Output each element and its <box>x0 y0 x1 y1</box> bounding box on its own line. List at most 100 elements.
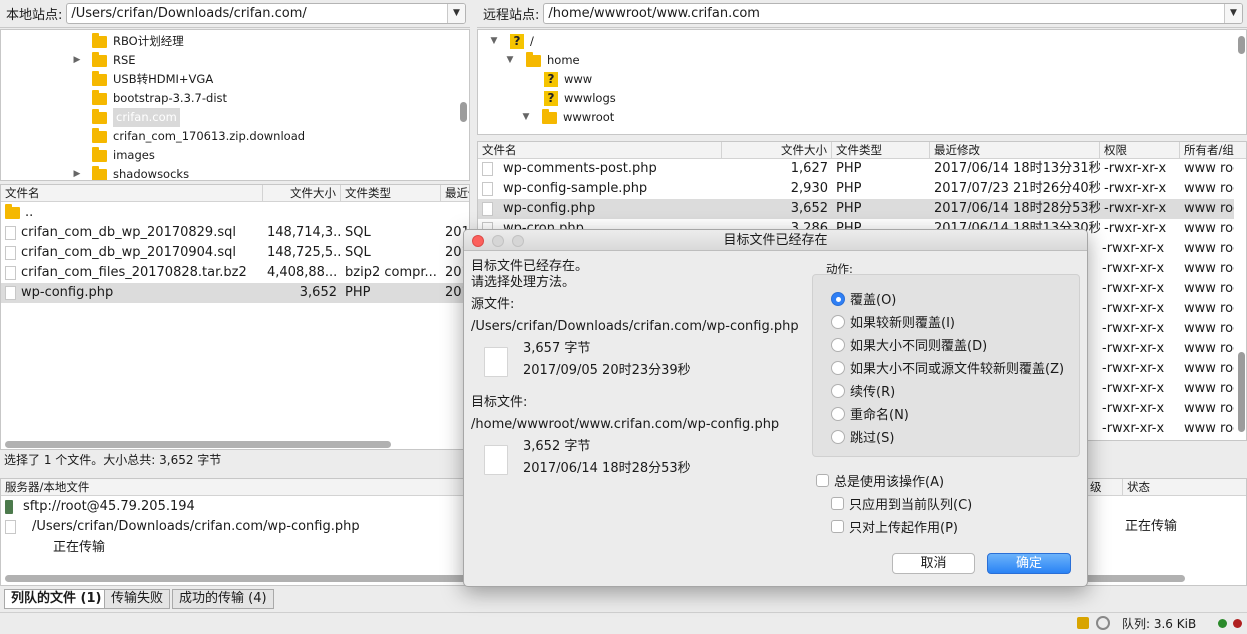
tab-queued-files[interactable]: 列队的文件 (1) <box>4 589 109 609</box>
radio-button[interactable] <box>831 291 845 306</box>
tab-successful-transfers[interactable]: 成功的传输 (4) <box>172 589 274 609</box>
table-row[interactable]: -rwxr-xr-x www roo <box>1098 359 1234 379</box>
table-row[interactable]: crifan_com_files_20170828.tar.bz2 4,408,8… <box>1 263 469 283</box>
chevron-right-icon[interactable]: ▶ <box>71 165 83 180</box>
local-tree-scrollbar[interactable] <box>460 102 467 122</box>
speed-limit-icon[interactable] <box>1096 616 1110 630</box>
always-use-action[interactable]: 总是使用该操作(A) <box>816 471 944 490</box>
table-row[interactable]: wp-comments-post.php 1,627 PHP 2017/06/14 1… <box>478 159 1234 179</box>
remote-tree-item[interactable]: ▼ wwwroot <box>520 108 614 127</box>
cancel-button[interactable]: 取消 <box>892 553 975 574</box>
remote-tree-item[interactable]: ? www <box>522 70 592 89</box>
table-row[interactable]: crifan_com_db_wp_20170829.sql 148,714,3..… <box>1 223 469 243</box>
file-owner: www roo <box>1184 361 1234 376</box>
col-filetype[interactable]: 文件类型 <box>832 142 930 158</box>
file-owner: www roo <box>1184 201 1234 216</box>
apply-upload-only[interactable]: 只对上传起作用(P) <box>831 517 958 536</box>
table-row[interactable]: wp-config-sample.php 2,930 PHP 2017/07/23 2… <box>478 179 1234 199</box>
local-file-list: 文件名 文件大小 文件类型 最近修 .. crifan_com_db_wp_201… <box>0 184 470 450</box>
local-tree-item[interactable]: ▶ shadowsocks <box>71 165 189 180</box>
action-option[interactable]: 如果大小不同则覆盖(D) <box>831 335 987 354</box>
local-tree-item[interactable]: crifan_com_170613.zip.download <box>71 127 305 146</box>
action-option[interactable]: 续传(R) <box>831 381 895 400</box>
radio-button[interactable] <box>831 383 845 398</box>
local-files-hscroll[interactable] <box>5 441 391 448</box>
remote-path-combo[interactable]: /home/wwwroot/www.crifan.com ▼ <box>543 3 1243 24</box>
remote-tree-scrollbar[interactable] <box>1238 36 1245 54</box>
table-row[interactable]: crifan_com_db_wp_20170904.sql 148,725,5..… <box>1 243 469 263</box>
col-permissions[interactable]: 权限 <box>1100 142 1180 158</box>
file-size: 3,652 <box>790 201 828 216</box>
file-icon <box>5 266 16 280</box>
local-tree-item[interactable]: RBO计划经理 <box>71 32 184 51</box>
action-option[interactable]: 跳过(S) <box>831 427 894 446</box>
col-filesize[interactable]: 文件大小 <box>722 142 832 158</box>
col-priority[interactable]: 级 <box>1086 479 1123 495</box>
action-option[interactable]: 如果较新则覆盖(I) <box>831 312 955 331</box>
col-filesize[interactable]: 文件大小 <box>263 185 341 201</box>
col-status[interactable]: 状态 <box>1123 479 1246 495</box>
col-modified[interactable]: 最近修 <box>441 185 469 201</box>
action-option-label: 如果大小不同则覆盖(D) <box>850 339 988 354</box>
local-tree-item[interactable]: bootstrap-3.3.7-dist <box>71 89 227 108</box>
local-path-combo[interactable]: /Users/crifan/Downloads/crifan.com/ ▼ <box>66 3 466 24</box>
dialog-message-1: 目标文件已经存在。 <box>471 259 589 274</box>
chevron-down-icon[interactable]: ▼ <box>488 32 500 51</box>
table-row[interactable]: -rwxr-xr-x www roo <box>1098 239 1234 259</box>
checkbox[interactable] <box>816 474 829 487</box>
radio-button[interactable] <box>831 406 845 421</box>
local-tree-item[interactable]: USB转HDMI+VGA <box>71 70 213 89</box>
chevron-down-icon[interactable]: ▼ <box>520 108 532 127</box>
radio-button[interactable] <box>831 337 845 352</box>
action-option[interactable]: 重命名(N) <box>831 404 909 423</box>
chevron-down-icon[interactable]: ▼ <box>504 51 516 70</box>
local-tree-item[interactable]: ▶ RSE <box>71 51 136 70</box>
local-tree-item[interactable]: crifan.com <box>71 108 180 127</box>
chevron-down-icon[interactable]: ▼ <box>1224 4 1242 23</box>
table-row[interactable]: -rwxr-xr-x www roo <box>1098 339 1234 359</box>
table-row[interactable]: .. <box>1 203 469 223</box>
remote-tree-item[interactable]: ? wwwlogs <box>522 89 616 108</box>
table-row[interactable]: -rwxr-xr-x www roo <box>1098 299 1234 319</box>
table-row[interactable]: -rwxr-xr-x www roo <box>1098 259 1234 279</box>
col-owner[interactable]: 所有者/组 <box>1180 142 1246 158</box>
col-filename[interactable]: 文件名 <box>1 185 263 201</box>
chevron-down-icon[interactable]: ▼ <box>447 4 465 23</box>
close-icon[interactable] <box>472 235 484 247</box>
table-row[interactable]: -rwxr-xr-x www roo <box>1098 399 1234 419</box>
ok-button[interactable]: 确定 <box>987 553 1071 574</box>
queue-file-row[interactable]: /Users/crifan/Downloads/crifan.com/wp-co… <box>5 517 465 537</box>
indicator-light-icon <box>1233 619 1242 628</box>
table-row[interactable]: -rwxr-xr-x www roo <box>1098 379 1234 399</box>
file-type: SQL <box>345 225 371 240</box>
minimize-icon <box>492 235 504 247</box>
col-filetype[interactable]: 文件类型 <box>341 185 441 201</box>
file-type: PHP <box>836 201 862 216</box>
table-row[interactable]: wp-config.php 3,652 PHP 2017/06/14 18时28分53… <box>478 199 1234 219</box>
local-tree-item[interactable]: images <box>71 146 155 165</box>
remote-files-scrollbar[interactable] <box>1238 352 1245 432</box>
remote-tree-item[interactable]: ▼ home <box>504 51 580 70</box>
file-owner: www roo <box>1184 401 1234 416</box>
action-option[interactable]: 如果大小不同或源文件较新则覆盖(Z) <box>831 358 1064 377</box>
remote-tree-item[interactable]: ▼? / <box>488 32 534 51</box>
radio-button[interactable] <box>831 314 845 329</box>
checkbox[interactable] <box>831 497 844 510</box>
folder-icon <box>92 51 107 67</box>
radio-button[interactable] <box>831 360 845 375</box>
table-row[interactable]: wp-config.php 3,652 PHP 201 <box>1 283 469 303</box>
table-row[interactable]: -rwxr-xr-x www roo <box>1098 319 1234 339</box>
table-row[interactable]: -rwxr-xr-x www roo <box>1098 279 1234 299</box>
apply-current-queue[interactable]: 只应用到当前队列(C) <box>831 494 972 513</box>
col-filename[interactable]: 文件名 <box>478 142 722 158</box>
target-path: /home/wwwroot/www.crifan.com/wp-config.p… <box>471 417 780 432</box>
checkbox[interactable] <box>831 520 844 533</box>
table-row[interactable]: -rwxr-xr-x www roo <box>1098 419 1234 439</box>
file-owner: www roo <box>1184 381 1234 396</box>
radio-button[interactable] <box>831 429 845 444</box>
col-modified[interactable]: 最近修改 <box>930 142 1100 158</box>
queue-server-row[interactable]: sftp://root@45.79.205.194 <box>5 497 465 517</box>
chevron-right-icon[interactable]: ▶ <box>71 51 83 70</box>
action-option[interactable]: 覆盖(O) <box>831 289 896 308</box>
tab-failed-transfers[interactable]: 传输失败 <box>104 589 171 609</box>
